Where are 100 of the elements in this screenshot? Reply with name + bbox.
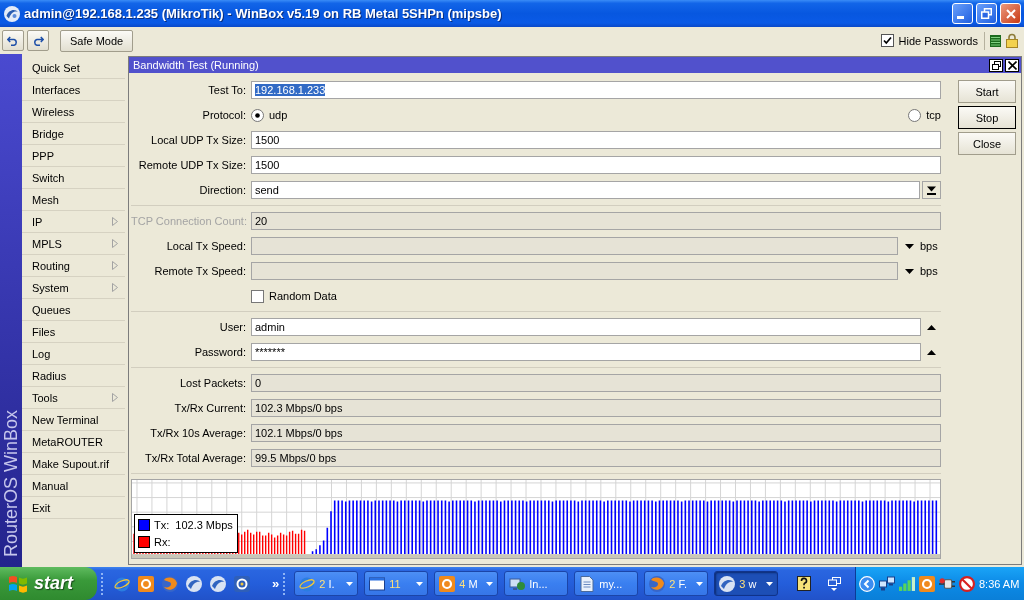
browser-icon xyxy=(299,575,316,592)
speed-field[interactable] xyxy=(251,237,898,255)
unit-label: bps xyxy=(920,240,939,252)
field-label: Local UDP Tx Size: xyxy=(150,134,247,146)
browser-icon[interactable] xyxy=(114,575,130,592)
brand-label: RouterOS WinBox xyxy=(0,409,22,557)
lock-icon[interactable] xyxy=(1006,33,1018,48)
globe-icon[interactable] xyxy=(162,575,178,592)
taskbar-button[interactable]: 2 I. xyxy=(294,571,359,596)
field-label: User: xyxy=(218,321,247,333)
legend-label: Tx: xyxy=(154,519,170,531)
taskbar-button[interactable]: In... xyxy=(504,571,569,596)
undo-icon xyxy=(7,35,19,46)
field-label: Lost Packets: xyxy=(178,377,247,389)
radio-button[interactable] xyxy=(908,108,922,122)
tile-icon[interactable] xyxy=(138,575,154,592)
checkbox[interactable] xyxy=(251,289,264,303)
flag-icon xyxy=(8,574,28,593)
text-field[interactable]: 192.168.1.233 xyxy=(251,81,941,99)
dropdown-field[interactable]: send xyxy=(251,181,920,199)
stack-icon[interactable] xyxy=(990,34,1001,47)
speed-field[interactable] xyxy=(251,262,898,280)
dialog-button[interactable]: Start xyxy=(958,80,1016,103)
window-stack-icon[interactable] xyxy=(828,576,842,591)
globe-icon xyxy=(649,575,666,592)
readonly-field: 20 xyxy=(251,212,941,230)
app-icon[interactable] xyxy=(234,575,250,592)
network-icon[interactable] xyxy=(879,575,895,592)
dropdown-button[interactable] xyxy=(922,181,941,199)
restore-icon xyxy=(991,60,1001,70)
restore-icon xyxy=(981,8,992,19)
taskbar-button[interactable]: 3 w xyxy=(714,571,779,596)
triangle-down-icon[interactable] xyxy=(905,268,914,274)
help-icon[interactable] xyxy=(797,576,812,591)
submenu-arrow-icon xyxy=(112,261,118,270)
checkbox[interactable] xyxy=(880,34,894,47)
minimize-button[interactable] xyxy=(952,3,973,24)
window-title: admin@192.168.1.235 (MikroTik) - WinBox v5.19 on RB Metal 5SHPn (mipsbe) xyxy=(24,6,503,21)
minimize-icon xyxy=(956,16,964,19)
plug-icon[interactable] xyxy=(939,575,955,592)
close-icon xyxy=(1007,60,1017,70)
field-label: Protocol: xyxy=(201,109,247,121)
document-icon xyxy=(579,575,596,592)
triangle-up-icon[interactable] xyxy=(927,349,936,355)
radio-label: udp xyxy=(269,109,288,121)
checkbox-label: Hide Passwords xyxy=(898,34,978,47)
dialog-title: Bandwidth Test (Running) xyxy=(133,59,260,71)
redo-button[interactable] xyxy=(27,30,49,51)
network-icon xyxy=(509,575,526,592)
dialog-button[interactable]: Close xyxy=(958,132,1016,155)
disc-icon[interactable] xyxy=(186,575,202,592)
taskbar-button[interactable]: 2 F. xyxy=(644,571,709,596)
taskbar-button[interactable]: 4 M xyxy=(434,571,499,596)
field-label: Remote Tx Speed: xyxy=(153,265,247,277)
readonly-field: 102.3 Mbps/0 bps xyxy=(251,399,941,417)
window-icon xyxy=(369,575,386,592)
field-label: Tx/Rx Current: xyxy=(173,402,247,414)
radio-label: tcp xyxy=(926,109,941,121)
app-logo-icon xyxy=(4,5,20,22)
submenu-arrow-icon xyxy=(112,393,118,402)
field-label: TCP Connection Count: xyxy=(131,215,248,227)
text-field[interactable]: 1500 xyxy=(251,156,941,174)
checkbox-label: Random Data xyxy=(269,290,337,302)
undo-button[interactable] xyxy=(2,30,24,51)
text-field[interactable]: 1500 xyxy=(251,131,941,149)
submenu-arrow-icon xyxy=(112,239,118,248)
expand-icon[interactable] xyxy=(859,575,875,592)
tile-icon[interactable] xyxy=(919,575,935,592)
close-icon xyxy=(1005,8,1016,19)
blocked-icon[interactable] xyxy=(959,575,975,592)
field-label: Direction: xyxy=(198,184,247,196)
radio-button[interactable] xyxy=(251,108,264,122)
legend-label: Rx: xyxy=(154,536,171,548)
field-label: Test To: xyxy=(207,84,247,96)
triangle-up-icon[interactable] xyxy=(927,324,936,330)
dialog-button[interactable]: Stop xyxy=(958,106,1016,129)
readonly-field: 102.1 Mbps/0 bps xyxy=(251,424,941,442)
readonly-field: 99.5 Mbps/0 bps xyxy=(251,449,941,467)
field-label: Password: xyxy=(193,346,247,358)
taskbar-button[interactable]: my... xyxy=(574,571,639,596)
start-button[interactable]: start xyxy=(0,567,97,600)
submenu-arrow-icon xyxy=(112,283,118,292)
clock: 8:36 AM xyxy=(979,577,1020,590)
readonly-field: 0 xyxy=(251,374,941,392)
close-button[interactable] xyxy=(1005,58,1019,72)
tile-icon xyxy=(439,575,456,592)
down-arrow-icon xyxy=(927,185,936,195)
disc-icon[interactable] xyxy=(210,575,226,592)
restore-button[interactable] xyxy=(989,58,1003,72)
field-label: Tx/Rx Total Average: xyxy=(143,452,247,464)
text-field[interactable]: admin xyxy=(251,318,921,336)
overflow-chevron[interactable]: » xyxy=(272,576,280,591)
field-label: Remote UDP Tx Size: xyxy=(137,159,247,171)
safe-mode-button[interactable]: Safe Mode xyxy=(60,29,134,52)
triangle-down-icon[interactable] xyxy=(905,243,914,249)
redo-icon xyxy=(32,35,44,46)
field-label: Tx/Rx 10s Average: xyxy=(149,427,247,439)
text-field[interactable]: ******* xyxy=(251,343,921,361)
unit-label: bps xyxy=(920,265,939,277)
field-label: Local Tx Speed: xyxy=(165,240,247,252)
